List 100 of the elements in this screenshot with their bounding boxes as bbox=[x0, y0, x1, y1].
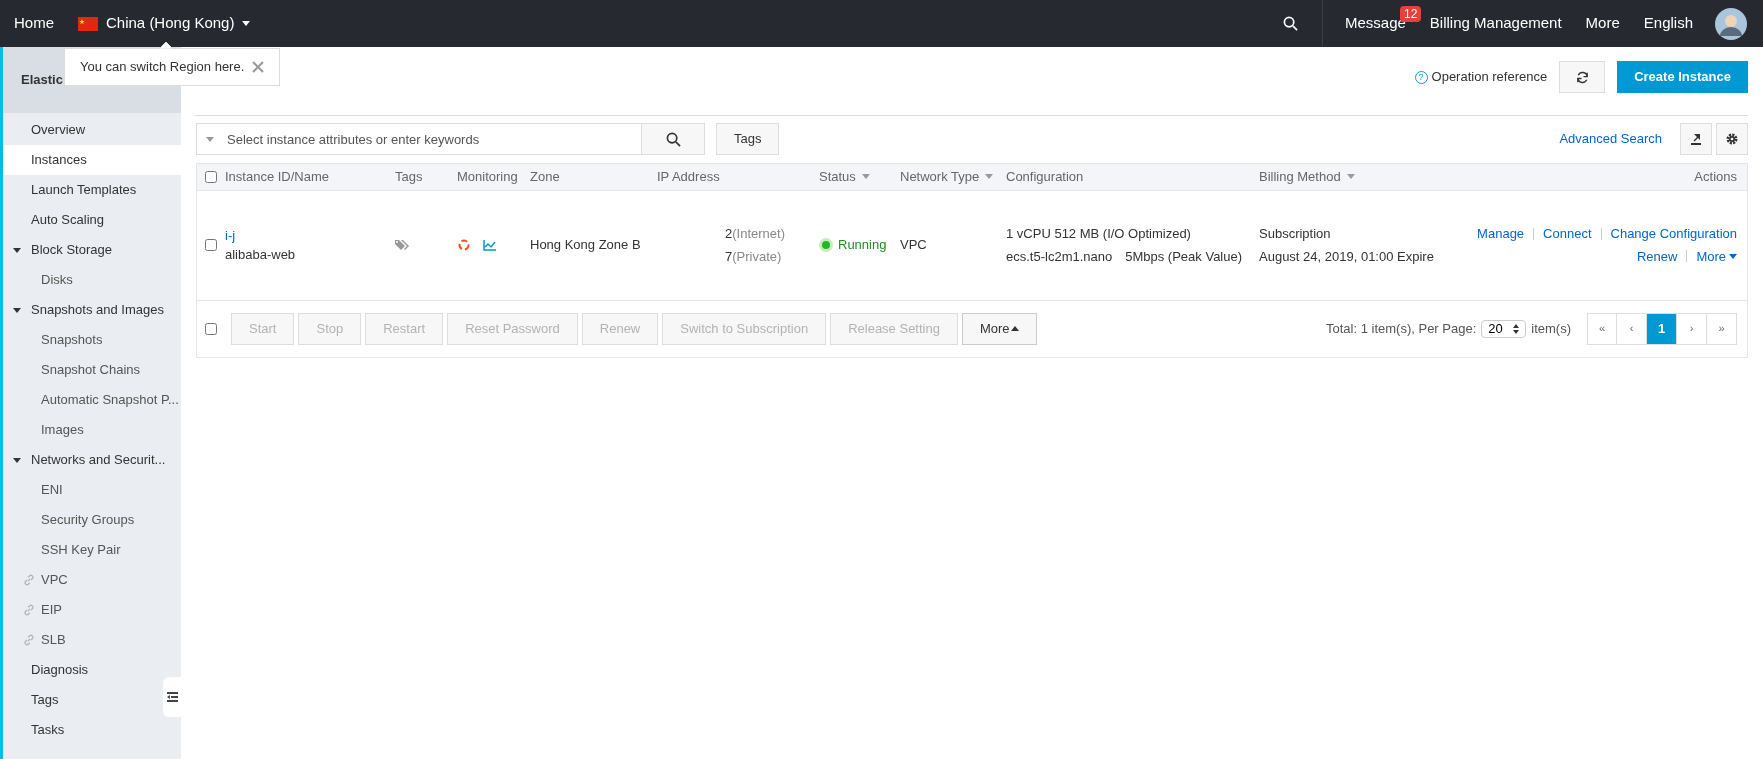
caret-icon bbox=[206, 137, 214, 142]
close-icon[interactable] bbox=[252, 61, 265, 73]
column-header: Configuration bbox=[1006, 168, 1084, 186]
row-checkbox[interactable] bbox=[205, 239, 217, 251]
sidebar-item[interactable]: Overview bbox=[3, 115, 161, 145]
sidebar-group[interactable]: Snapshots and Images bbox=[3, 295, 181, 325]
caret-icon bbox=[13, 307, 21, 313]
column-header[interactable]: Billing Method bbox=[1259, 167, 1355, 187]
configuration-text: 1 vCPU 512 MB (I/O Optimized) bbox=[1006, 225, 1192, 243]
zone-cell: Hong Kong Zone B bbox=[530, 190, 657, 300]
export-button[interactable] bbox=[1680, 123, 1712, 155]
tooltip-text: You can switch Region here. bbox=[80, 58, 245, 77]
caret-icon bbox=[861, 174, 870, 180]
home-link[interactable]: Home bbox=[0, 12, 68, 35]
sidebar-item[interactable]: Diagnosis bbox=[3, 655, 161, 685]
search-field[interactable]: Select instance attributes or enter keywords bbox=[196, 123, 642, 155]
link-icon bbox=[23, 634, 35, 646]
column-header: Instance ID/Name bbox=[225, 168, 330, 186]
sidebar-item[interactable]: ENI bbox=[3, 475, 181, 505]
caret-icon bbox=[1346, 174, 1355, 180]
action-link[interactable]: Change Configuration bbox=[1610, 224, 1737, 244]
refresh-button[interactable] bbox=[1559, 61, 1606, 93]
top-bar-link[interactable]: More bbox=[1585, 12, 1620, 35]
column-header[interactable]: Status bbox=[819, 167, 870, 187]
avatar-icon[interactable] bbox=[1715, 7, 1747, 40]
operation-reference-link[interactable]: Operation reference bbox=[1431, 67, 1548, 87]
sidebar-item[interactable]: Security Groups bbox=[3, 505, 181, 535]
sidebar-item[interactable]: Images bbox=[3, 415, 181, 445]
sidebar-item[interactable]: Instances bbox=[3, 145, 181, 175]
region-selector[interactable]: China (Hong Kong) bbox=[78, 12, 251, 35]
select-all-checkbox[interactable] bbox=[205, 170, 217, 183]
spinner-icon bbox=[1513, 323, 1520, 334]
sidebar-group[interactable]: Networks and Securit... bbox=[3, 445, 181, 475]
sidebar-item[interactable]: Automatic Snapshot P... bbox=[3, 385, 181, 415]
sidebar-item[interactable]: VPC bbox=[3, 565, 181, 595]
tags-button[interactable]: Tags bbox=[716, 123, 780, 155]
bulk-action-button[interactable]: More bbox=[961, 312, 1037, 345]
bandwidth-text: 5Mbps (Peak Value) bbox=[1125, 247, 1243, 266]
status-text: Running bbox=[838, 236, 887, 255]
sidebar-item[interactable]: Tasks bbox=[3, 715, 161, 745]
refresh-icon bbox=[1575, 70, 1589, 84]
link-icon bbox=[23, 574, 35, 586]
column-header: Monitoring bbox=[457, 168, 518, 186]
instance-id-link[interactable]: i-j bbox=[225, 225, 395, 245]
page-button[interactable]: » bbox=[1707, 312, 1737, 345]
export-icon bbox=[1690, 133, 1702, 145]
caret-icon bbox=[13, 247, 21, 253]
caret-icon bbox=[985, 174, 994, 180]
monitoring-chart-icon[interactable] bbox=[483, 239, 496, 251]
column-header: Zone bbox=[530, 168, 560, 186]
public-ip: 2(Internet) bbox=[724, 225, 786, 243]
collapse-icon bbox=[166, 692, 178, 702]
search-icon[interactable] bbox=[1283, 16, 1298, 31]
items-text: item(s) bbox=[1531, 319, 1571, 338]
page-button[interactable]: ‹ bbox=[1617, 312, 1647, 345]
link-icon bbox=[23, 604, 35, 616]
instance-type: ecs.t5-lc2m1.nano bbox=[1006, 247, 1113, 266]
column-header: IP Address bbox=[657, 168, 720, 186]
advanced-search-link[interactable]: Advanced Search bbox=[1559, 129, 1662, 149]
instance-name: alibaba-web bbox=[225, 246, 297, 264]
sidebar-item[interactable]: SLB bbox=[3, 625, 181, 655]
expire-date: August 24, 2019, 01:00 Expire bbox=[1259, 247, 1435, 266]
action-link[interactable]: Connect bbox=[1543, 224, 1592, 244]
sidebar-item[interactable]: Snapshot Chains bbox=[3, 355, 181, 385]
billing-method: Subscription bbox=[1259, 225, 1332, 243]
action-link[interactable]: More bbox=[1696, 246, 1737, 266]
column-header: Tags bbox=[395, 168, 423, 186]
sidebar-item[interactable]: Launch Templates bbox=[3, 175, 161, 205]
settings-button[interactable] bbox=[1716, 123, 1748, 155]
caret-icon bbox=[1010, 326, 1019, 331]
action-link[interactable]: Renew bbox=[1636, 246, 1678, 266]
per-page-select[interactable]: 20 bbox=[1481, 319, 1527, 338]
sidebar-title: Elastic bbox=[21, 71, 63, 90]
search-icon bbox=[665, 131, 681, 147]
sidebar-item[interactable]: Disks bbox=[3, 265, 181, 295]
caret-icon bbox=[1729, 253, 1737, 259]
top-bar-link[interactable]: Billing Management bbox=[1429, 12, 1562, 35]
sidebar-item[interactable]: SSH Key Pair bbox=[3, 535, 181, 565]
sidebar-item[interactable]: EIP bbox=[3, 595, 181, 625]
caret-icon bbox=[13, 457, 21, 463]
column-header[interactable]: Network Type bbox=[900, 167, 994, 187]
settings-icon bbox=[1726, 133, 1738, 145]
caret-icon bbox=[242, 21, 251, 26]
sidebar-item[interactable]: Auto Scaling bbox=[3, 205, 161, 235]
page-button[interactable]: « bbox=[1587, 312, 1617, 345]
flag-icon bbox=[78, 16, 98, 31]
column-header: Actions bbox=[1694, 168, 1737, 186]
sidebar-item[interactable]: Snapshots bbox=[3, 325, 181, 355]
select-all-checkbox[interactable] bbox=[205, 322, 217, 335]
tag-icon[interactable] bbox=[395, 239, 409, 251]
collapse-handle[interactable] bbox=[163, 677, 181, 717]
sidebar-item[interactable]: Tags bbox=[3, 685, 161, 715]
private-ip: 7(Private) bbox=[724, 247, 783, 266]
page-button[interactable]: › bbox=[1677, 312, 1707, 345]
action-link[interactable]: Manage bbox=[1477, 224, 1525, 244]
sidebar-group[interactable]: Block Storage bbox=[3, 235, 181, 265]
os-logo-icon bbox=[457, 238, 471, 252]
network-type-cell: VPC bbox=[900, 190, 1006, 300]
search-button[interactable] bbox=[642, 123, 705, 155]
top-bar-link[interactable]: English bbox=[1643, 12, 1693, 35]
